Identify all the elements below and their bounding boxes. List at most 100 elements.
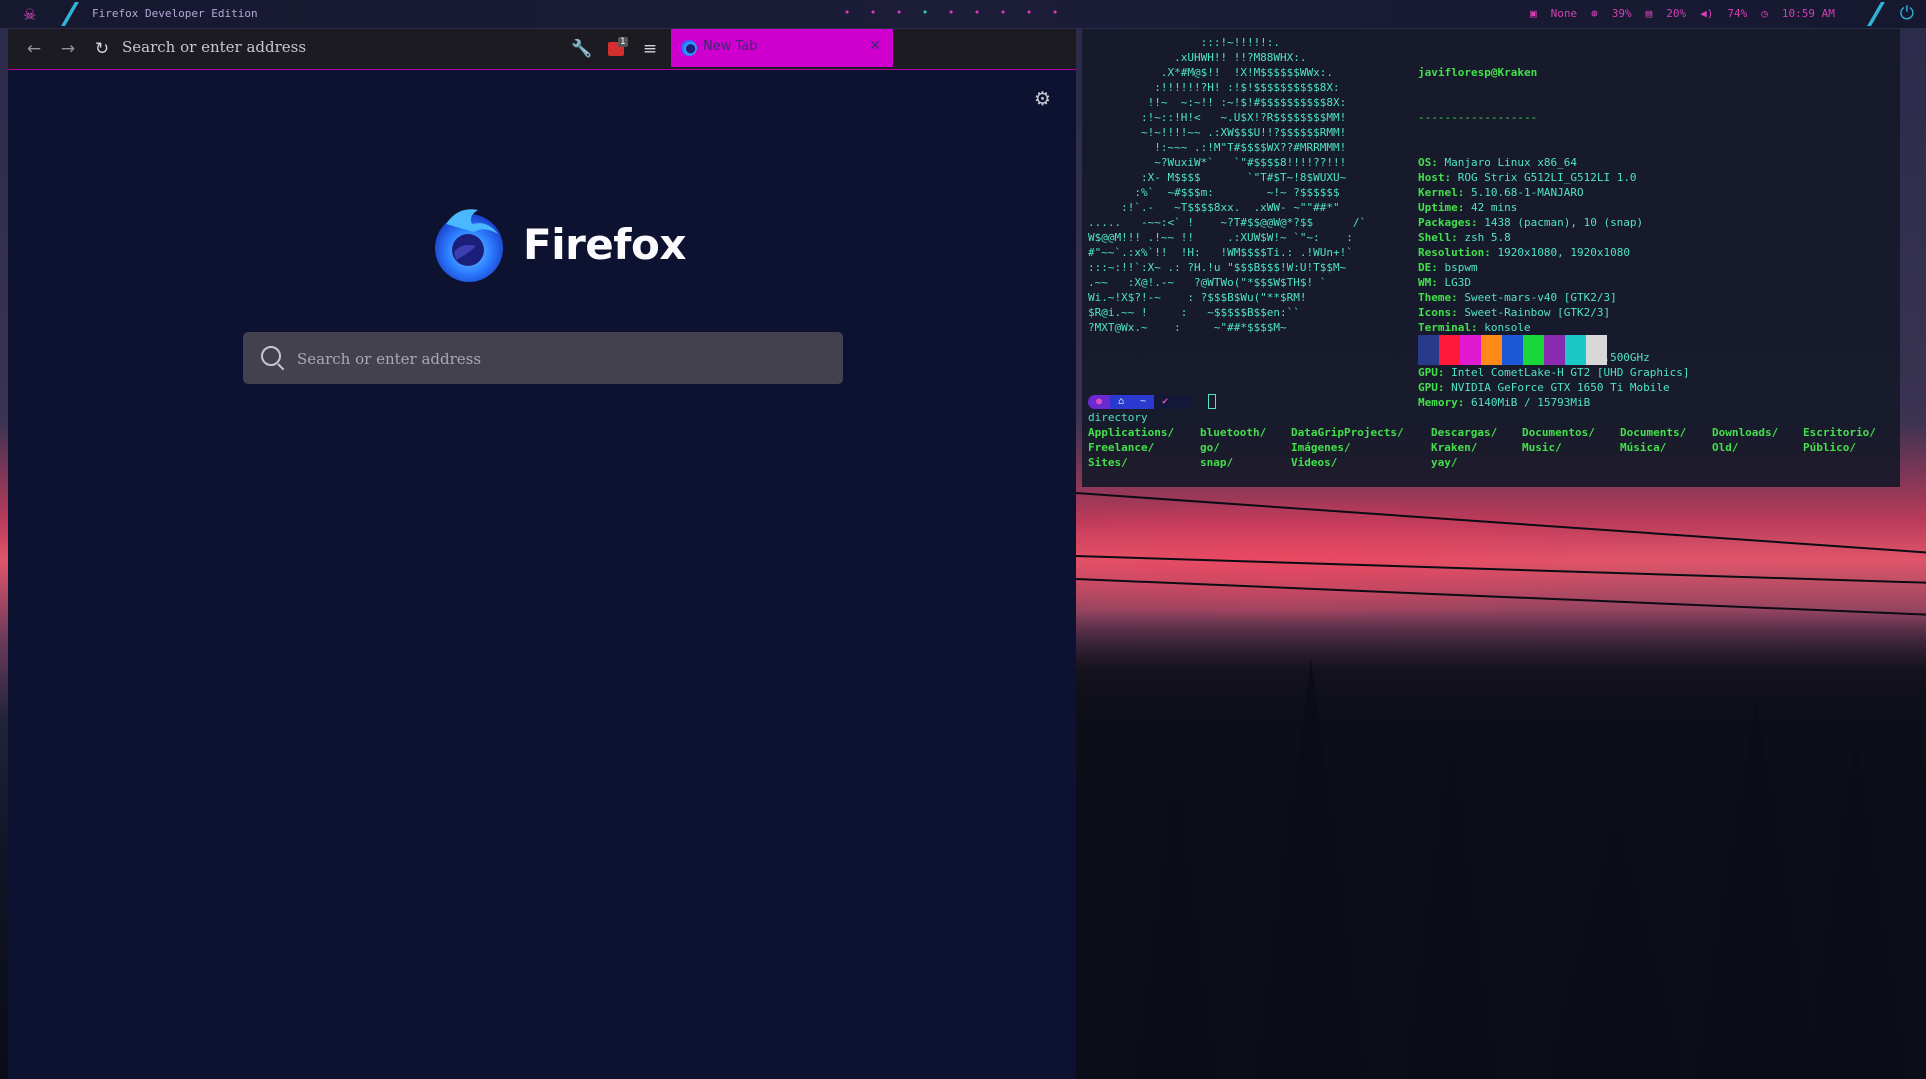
palette-swatch-6: [1544, 335, 1565, 365]
palette-swatch-4: [1502, 335, 1523, 365]
directory-entry: Applications/: [1088, 426, 1175, 439]
close-tab-icon[interactable]: ✕: [869, 38, 881, 54]
newtab-search-box[interactable]: [243, 332, 843, 386]
palette-swatch-3: [1481, 335, 1502, 365]
directory-entry: Escritorio/: [1803, 426, 1876, 439]
info-key: WM: [1418, 276, 1432, 289]
volume-level[interactable]: 74%: [1727, 7, 1747, 20]
skull-menu-icon[interactable]: ☠: [24, 3, 46, 25]
directory-entry: Documentos/: [1522, 426, 1595, 439]
info-key: Host: [1418, 171, 1445, 184]
directory-entry: Descargas/: [1431, 426, 1498, 439]
workspace-2[interactable]: •: [866, 6, 880, 20]
workspace-list: • • • • • • • • •: [840, 6, 1062, 20]
system-stats: ▣ None ⊛ 39% ▤ 20% ◀) 74% ◷ 10:59 AM: [1530, 7, 1835, 20]
info-line: Icons: Sweet-Rainbow [GTK2/3]: [1418, 305, 1690, 320]
info-colon: :: [1484, 246, 1498, 259]
directory-entry: go/: [1200, 441, 1220, 454]
neofetch-ascii-logo: :::!~!!!!!:. .xUHWH!! !!?M88WHX:. .X*#M@…: [1088, 36, 1367, 334]
memory-icon: ▤: [1645, 7, 1653, 20]
workspace-9[interactable]: •: [1048, 6, 1062, 20]
info-colon: :: [1451, 306, 1465, 319]
back-icon[interactable]: ←: [22, 37, 46, 61]
info-colon: :: [1431, 261, 1445, 274]
workspace-6[interactable]: •: [970, 6, 984, 20]
info-line: Theme: Sweet-mars-v40 [GTK2/3]: [1418, 290, 1690, 305]
info-value: Sweet-Rainbow [GTK2/3]: [1464, 306, 1611, 319]
info-colon: :: [1431, 156, 1445, 169]
volume-icon[interactable]: ◀): [1700, 7, 1713, 20]
extension-badge-icon[interactable]: 1: [604, 37, 628, 61]
info-line: OS: Manjaro Linux x86_64: [1418, 155, 1690, 170]
workspace-1[interactable]: •: [840, 6, 854, 20]
info-key: Icons: [1418, 306, 1452, 319]
info-colon: :: [1457, 396, 1471, 409]
firefox-logo-icon: [435, 209, 503, 282]
workspace-4[interactable]: •: [918, 6, 932, 20]
cpu-usage: 39%: [1611, 7, 1632, 20]
cpu-icon: ⊛: [1591, 7, 1598, 20]
directory-entry: Videos/: [1291, 456, 1338, 469]
memory-usage: 20%: [1666, 7, 1687, 20]
info-key: Uptime: [1418, 201, 1458, 214]
info-line: GPU: NVIDIA GeForce GTX 1650 Ti Mobile: [1418, 380, 1690, 395]
info-value: Intel CometLake-H GT2 [UHD Graphics]: [1451, 366, 1690, 379]
info-colon: :: [1451, 291, 1465, 304]
directory-entry: Público/: [1803, 441, 1856, 454]
info-colon: :: [1457, 186, 1471, 199]
prompt-os-segment: ●: [1088, 394, 1111, 409]
info-value: 1438 (pacman), 10 (snap): [1484, 216, 1644, 229]
info-colon: :: [1444, 171, 1458, 184]
directory-entry: snap/: [1200, 456, 1234, 469]
prompt-dir-segment: ~: [1132, 394, 1155, 409]
info-colon: :: [1431, 276, 1445, 289]
workspace-8[interactable]: •: [1022, 6, 1036, 20]
info-key: Resolution: [1418, 246, 1485, 259]
reload-icon[interactable]: ↻: [90, 37, 114, 61]
terminal-cursor: [1208, 394, 1217, 409]
active-window-title: Firefox Developer Edition: [92, 7, 258, 20]
info-value: Sweet-mars-v40 [GTK2/3]: [1464, 291, 1617, 304]
info-key: OS: [1418, 156, 1432, 169]
info-value: 5.10.68-1-MANJARO: [1471, 186, 1584, 199]
info-line: Terminal: konsole: [1418, 320, 1690, 335]
info-value: 1920x1080, 1920x1080: [1497, 246, 1630, 259]
user-host: javifloresp@Kraken: [1418, 66, 1538, 79]
forward-icon[interactable]: →: [56, 37, 80, 61]
directory-entry: yay/: [1431, 456, 1458, 469]
wrench-icon[interactable]: 🔧: [570, 37, 594, 61]
palette-swatch-0: [1418, 335, 1439, 365]
gear-icon[interactable]: ⚙: [1034, 88, 1051, 110]
directory-entry: DataGripProjects/: [1291, 426, 1404, 439]
workspace-7[interactable]: •: [996, 6, 1010, 20]
directory-entry: Downloads/: [1712, 426, 1779, 439]
info-line: WM: LG3D: [1418, 275, 1690, 290]
workspace-3[interactable]: •: [892, 6, 906, 20]
info-value: 42 mins: [1471, 201, 1518, 214]
hamburger-menu-icon[interactable]: ≡: [638, 37, 662, 61]
palette-swatch-2: [1460, 335, 1481, 365]
info-key: Shell: [1418, 231, 1452, 244]
info-value: NVIDIA GeForce GTX 1650 Ti Mobile: [1451, 381, 1670, 394]
shell-prompt: ● ⌂ ~ ✔: [1088, 394, 1217, 409]
info-line: Memory: 6140MiB / 15793MiB: [1418, 395, 1690, 410]
tab-new-tab[interactable]: New Tab ✕: [671, 29, 893, 67]
firefox-tab-icon: [681, 40, 697, 56]
directory-entry: Documents/: [1620, 426, 1687, 439]
search-input[interactable]: [295, 332, 819, 386]
network-icon: ▣: [1530, 7, 1537, 20]
address-bar[interactable]: Search or enter address: [122, 38, 306, 56]
workspace-5[interactable]: •: [944, 6, 958, 20]
wallpaper-treeline: [1076, 610, 1926, 1079]
info-key: Theme: [1418, 291, 1452, 304]
info-colon: :: [1451, 231, 1465, 244]
terminal-window[interactable]: :::!~!!!!!:. .xUHWH!! !!?M88WHX:. .X*#M@…: [1082, 29, 1900, 487]
info-colon: :: [1437, 381, 1452, 394]
power-icon[interactable]: ⏻: [1900, 3, 1914, 24]
prompt-home-segment: ⌂: [1110, 394, 1133, 409]
info-colon: :: [1470, 321, 1485, 334]
palette-swatch-7: [1565, 335, 1586, 365]
info-value: zsh 5.8: [1464, 231, 1511, 244]
info-value: Manjaro Linux x86_64: [1444, 156, 1577, 169]
info-value: konsole: [1484, 321, 1531, 334]
